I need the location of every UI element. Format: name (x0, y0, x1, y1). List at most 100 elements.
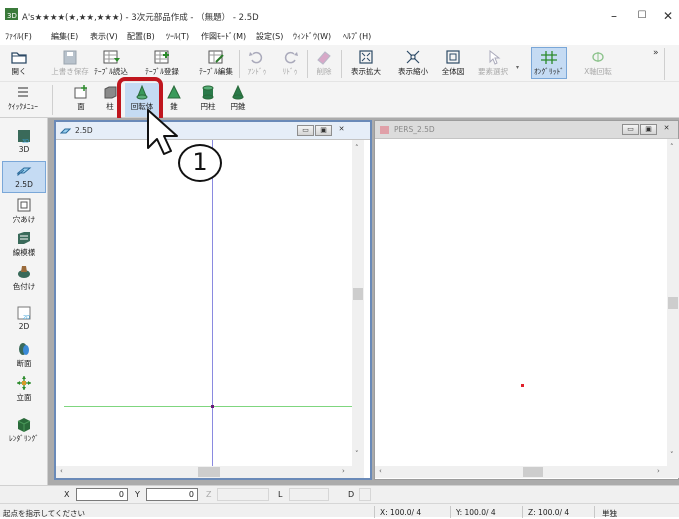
l-input (289, 488, 329, 501)
menu-tool[interactable]: ﾂｰﾙ(T) (166, 31, 189, 42)
minimize-button[interactable]: ▭ (297, 125, 314, 136)
x-label: X (64, 490, 70, 499)
menu-help[interactable]: ﾍﾙﾌﾟ(H) (343, 31, 371, 42)
zoom-in-button[interactable]: 表示拡大 (347, 50, 385, 77)
close-button[interactable]: ✕ (658, 124, 675, 135)
vertical-scrollbar[interactable]: ˄ ˅ (352, 140, 364, 466)
scroll-down-arrow-icon[interactable]: ˅ (355, 450, 359, 458)
table-edit-button[interactable]: ﾃｰﾌﾞﾙ編集 (196, 50, 236, 77)
pers-point (521, 384, 524, 387)
scroll-left-arrow-icon[interactable]: ‹ (60, 467, 63, 475)
menu-settings[interactable]: 設定(S) (256, 31, 283, 42)
fit-all-button[interactable]: 全体図 (439, 50, 467, 77)
z-label: Z (206, 490, 212, 499)
scroll-thumb[interactable] (523, 467, 543, 477)
sidebar-item-2d[interactable]: 2D 2D (2, 305, 46, 331)
on-grid-toggle[interactable]: ｵﾝｸﾞﾘｯﾄﾞ (531, 47, 567, 79)
status-mode: 単独 (602, 509, 617, 518)
scroll-thumb[interactable] (198, 467, 220, 477)
zoom-out-icon (406, 50, 420, 64)
status-divider (594, 506, 595, 518)
viewport-pers-2-5d[interactable]: PERS_2.5D ▭ ▣ ✕ ˄ ˅ ‹ › (374, 120, 679, 480)
3d-view-icon (380, 126, 389, 134)
rotate-x-icon (592, 52, 604, 62)
sidebar-item-section[interactable]: 断面 (2, 341, 46, 369)
elevation-icon (17, 376, 31, 390)
face-button[interactable]: 面 (70, 85, 92, 112)
menu-file[interactable]: ﾌｧｲﾙ(F) (5, 31, 32, 42)
scroll-thumb[interactable] (353, 288, 363, 300)
sidebar-item-elevation[interactable]: 立面 (2, 375, 46, 403)
scroll-up-arrow-icon[interactable]: ˄ (355, 144, 359, 152)
table-edit-icon (208, 50, 224, 64)
minimize-button[interactable]: ▭ (622, 124, 639, 135)
scroll-down-arrow-icon[interactable]: ˅ (670, 451, 674, 459)
minimize-button[interactable]: – (599, 6, 629, 26)
viewport-pers-titlebar: PERS_2.5D ▭ ▣ ✕ (375, 121, 678, 139)
redo-icon (284, 51, 298, 64)
menu-edit[interactable]: 編集(E) (51, 31, 78, 42)
rendering-icon (17, 418, 31, 432)
redo-button[interactable]: ﾘﾄﾞｩ (278, 50, 302, 77)
menu-icon (18, 87, 28, 97)
status-divider (450, 506, 451, 518)
restore-button[interactable]: ▣ (315, 125, 332, 136)
toolbar-separator (664, 48, 665, 80)
line-pattern-icon (18, 232, 30, 244)
menu-view[interactable]: 表示(V) (90, 31, 118, 42)
sidebar-item-line-pattern[interactable]: 線模様 (2, 230, 46, 258)
fit-all-icon (446, 50, 460, 64)
horizontal-scrollbar[interactable]: ‹ › (375, 466, 679, 478)
restore-button[interactable]: ▣ (640, 124, 657, 135)
table-load-button[interactable]: ﾃｰﾌﾞﾙ読込 (92, 50, 130, 77)
save-icon (63, 50, 77, 65)
sidebar-item-paint[interactable]: 色付け (2, 264, 46, 292)
status-x: X: 100.0/ 4 (380, 508, 422, 517)
close-button[interactable]: ✕ (653, 6, 679, 26)
scroll-up-arrow-icon[interactable]: ˄ (670, 143, 674, 151)
sidebar-item-2-5d[interactable]: 2.5D (2, 161, 46, 193)
vertical-scrollbar[interactable]: ˄ ˅ (667, 139, 679, 469)
sidebar-item-3d[interactable]: 3D 3D (2, 128, 46, 154)
x-input[interactable]: 0 (76, 488, 128, 501)
title-bar: 3D A's★★★★(★,★★,★★★) - 3次元部品作成 - （無題） - … (0, 0, 679, 28)
grid-icon (541, 51, 557, 64)
sidebar-item-hole[interactable]: 穴あけ (2, 197, 46, 225)
vertical-axis-line (212, 140, 213, 466)
dropdown-arrow-icon[interactable]: ▾ (516, 64, 519, 71)
circular-cone-button[interactable]: 円錐 (226, 85, 250, 112)
open-button[interactable]: 開く (6, 50, 32, 77)
y-input[interactable]: 0 (146, 488, 198, 501)
save-button[interactable]: 上書き保存 (50, 50, 90, 77)
status-message: 起点を指示してください (3, 509, 86, 518)
menu-draw-mode[interactable]: 作図ﾓｰﾄﾞ(M) (201, 31, 246, 42)
menu-bar: ﾌｧｲﾙ(F) 編集(E) 表示(V) 配置(B) ﾂｰﾙ(T) 作図ﾓｰﾄﾞ(… (0, 28, 679, 45)
scroll-right-arrow-icon[interactable]: › (657, 467, 660, 475)
2.5d-view-icon (60, 128, 71, 134)
sidebar-item-rendering[interactable]: ﾚﾝﾀﾞﾘﾝｸﾞ (2, 416, 46, 444)
menu-place[interactable]: 配置(B) (127, 31, 155, 42)
quick-menu-button[interactable]: ｸｲｯｸﾒﾆｭｰ (3, 85, 43, 112)
status-bar: 起点を指示してください X: 100.0/ 4 Y: 100.0/ 4 Z: 1… (0, 503, 679, 518)
close-button[interactable]: ✕ (333, 125, 350, 136)
svg-text:3D: 3D (7, 12, 17, 20)
status-y: Y: 100.0/ 4 (456, 508, 496, 517)
zoom-in-icon (359, 50, 373, 64)
toolbar-overflow-button[interactable]: » (653, 48, 659, 58)
zoom-out-button[interactable]: 表示縮小 (395, 50, 431, 77)
2d-view-icon: 2D (17, 306, 31, 321)
delete-button[interactable]: 削除 (312, 50, 336, 77)
undo-button[interactable]: ｱﾝﾄﾞｩ (245, 50, 269, 77)
menu-window[interactable]: ｳｨﾝﾄﾞｳ(W) (293, 31, 331, 42)
status-divider (522, 506, 523, 518)
scroll-left-arrow-icon[interactable]: ‹ (379, 467, 382, 475)
main-toolbar: 開く 上書き保存 ﾃｰﾌﾞﾙ読込 ﾃｰﾌﾞﾙ登録 ﾃｰﾌﾞﾙ編集 ｱﾝﾄﾞｩ ﾘ… (0, 45, 679, 82)
horizontal-scrollbar[interactable]: ‹ › (56, 466, 364, 478)
scroll-thumb[interactable] (668, 297, 678, 309)
select-element-button[interactable]: 要素選択 (473, 50, 513, 77)
face-icon (74, 85, 87, 99)
x-axis-rotate-button[interactable]: X軸回転 (580, 50, 616, 77)
table-register-button[interactable]: ﾃｰﾌﾞﾙ登録 (140, 50, 184, 77)
section-icon (19, 343, 29, 355)
scroll-right-arrow-icon[interactable]: › (342, 467, 345, 475)
